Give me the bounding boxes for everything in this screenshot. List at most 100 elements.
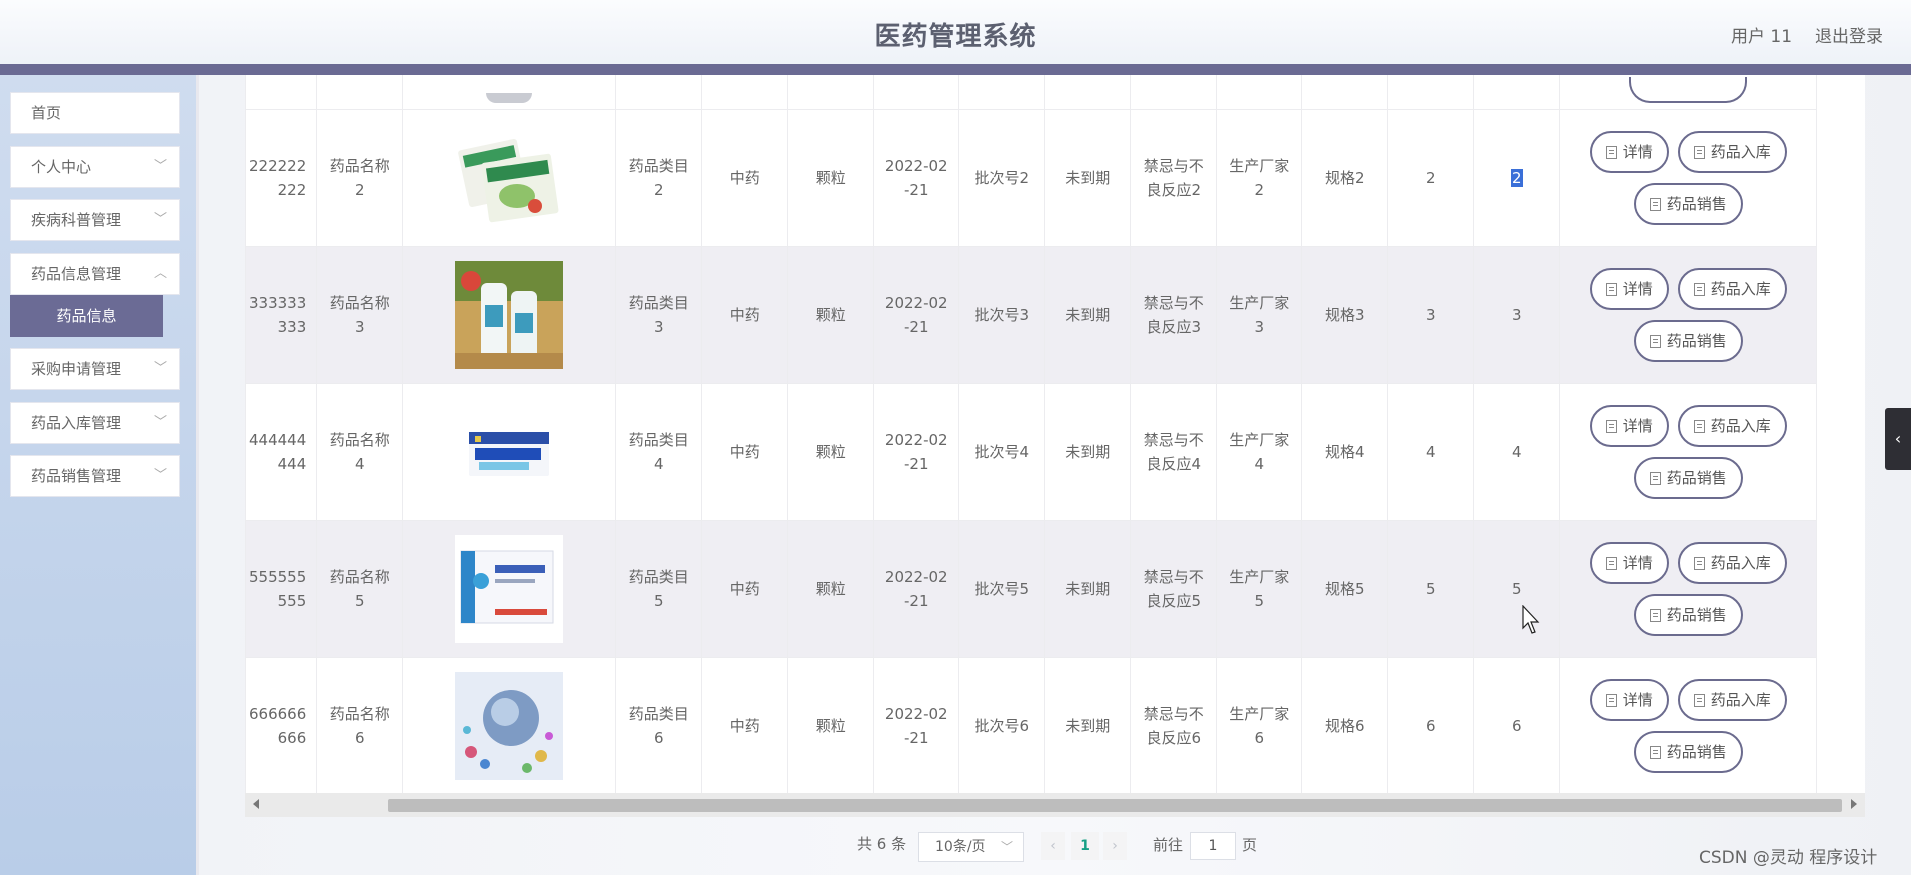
page-number-current[interactable]: 1 <box>1071 832 1099 860</box>
type-cell: 中药 <box>701 657 789 793</box>
category-cell: 药品类目 2 <box>615 109 703 247</box>
scroll-right-icon[interactable] <box>1851 799 1857 809</box>
stock-in-button[interactable]: 药品入库 <box>1677 268 1787 310</box>
date-cell: 2022-02 -21 <box>873 246 960 384</box>
manufacturer-cell: 生产厂家 4 <box>1216 383 1303 521</box>
spec-cell: 规格5 <box>1301 520 1389 658</box>
expiry-cell: 未到期 <box>1044 657 1132 793</box>
nav-sales-label: 药品销售管理 <box>31 467 122 485</box>
detail-button[interactable]: 详情 <box>1589 268 1669 310</box>
count-cell: 6 <box>1473 657 1561 793</box>
logout-link[interactable]: 退出登录 <box>1815 22 1883 47</box>
stock-in-button[interactable]: 药品入库 <box>1677 679 1787 721</box>
sale-button[interactable]: 药品销售 <box>1633 594 1743 636</box>
mouse-cursor-icon <box>1522 605 1540 634</box>
page-size-select[interactable]: 10条/页 ﹀ <box>918 832 1024 862</box>
medicine-image <box>455 398 563 506</box>
sale-button[interactable]: 药品销售 <box>1633 457 1743 499</box>
document-icon <box>1649 608 1661 622</box>
type-cell: 中药 <box>701 520 789 658</box>
nav-disease-science-label: 疾病科普管理 <box>31 211 122 229</box>
chevron-down-icon: ﹀ <box>153 159 167 174</box>
stock-in-button[interactable]: 药品入库 <box>1677 405 1787 447</box>
goto-unit-label: 页 <box>1242 836 1258 854</box>
nav-stock-in-label: 药品入库管理 <box>31 414 122 432</box>
scroll-left-icon[interactable] <box>253 799 259 809</box>
nav-purchase-request[interactable]: 采购申请管理 ﹀ <box>10 348 180 390</box>
document-icon <box>1649 197 1661 211</box>
sale-button[interactable]: 药品销售 <box>1633 183 1743 225</box>
contraindication-cell: 禁忌与不 良反应5 <box>1130 520 1218 658</box>
id-cell: 666666 666 <box>245 657 318 793</box>
sale-button[interactable] <box>1629 77 1748 103</box>
nav-sales[interactable]: 药品销售管理 ﹀ <box>10 455 180 497</box>
nav-home[interactable]: 首页 <box>10 92 180 134</box>
category-cell: 药品类目 3 <box>615 246 703 384</box>
sale-button[interactable]: 药品销售 <box>1633 731 1743 773</box>
app-title: 医药管理系统 <box>874 22 1037 52</box>
detail-button[interactable]: 详情 <box>1589 679 1669 721</box>
batch-cell: 批次号4 <box>958 383 1046 521</box>
pagination-total: 共 6 条 <box>857 835 907 853</box>
selected-text: 2 <box>1510 169 1523 187</box>
detail-button[interactable]: 详情 <box>1589 542 1669 584</box>
table-row: 666666 666 药品名称 6 药品类目 6 中药 颗粒 2022-02 -21 <box>245 657 1818 793</box>
batch-cell: 批次号2 <box>958 109 1046 247</box>
date-cell: 2022-02 -21 <box>873 520 960 658</box>
count-cell: 5 <box>1387 520 1475 658</box>
nav-stock-in[interactable]: 药品入库管理 ﹀ <box>10 402 180 444</box>
count-cell: 5 <box>1473 520 1561 658</box>
actions-cell: 详情 药品入库 药品销售 <box>1559 657 1818 793</box>
actions-cell: 详情 药品入库 药品销售 <box>1559 383 1818 521</box>
spec-cell: 规格2 <box>1301 109 1389 247</box>
spec-cell: 规格4 <box>1301 383 1389 521</box>
detail-button[interactable]: 详情 <box>1589 131 1669 173</box>
table-row: 333333 333 药品名称 3 药品类目 3 中药 颗粒 2022-02 -21 批… <box>245 246 1818 384</box>
actions-cell: 详情 药品入库 药品销售 <box>1559 246 1818 384</box>
horizontal-scrollbar[interactable] <box>245 793 1865 817</box>
prev-page-button[interactable]: ‹ <box>1041 832 1065 860</box>
document-icon <box>1605 419 1617 433</box>
goto-page-input[interactable]: 1 <box>1190 832 1236 860</box>
side-panel-toggle[interactable]: ‹ <box>1885 408 1911 470</box>
document-icon <box>1693 693 1705 707</box>
nav-medicine-info[interactable]: 药品信息管理 ︿ <box>10 253 180 295</box>
count-cell: 4 <box>1473 383 1561 521</box>
table-row: 555555 555 药品名称 5 药品类目 5 中药 颗粒 2022-02 -21 批… <box>245 520 1818 658</box>
spec-cell: 规格3 <box>1301 246 1389 384</box>
scrollbar-thumb[interactable] <box>388 799 1842 812</box>
medicine-image <box>486 93 533 103</box>
next-page-button[interactable]: › <box>1103 832 1127 860</box>
chevron-left-icon: ‹ <box>1894 429 1902 448</box>
document-icon <box>1693 419 1705 433</box>
nav-disease-science[interactable]: 疾病科普管理 ﹀ <box>10 199 180 241</box>
id-cell: 444444 444 <box>245 383 318 521</box>
type-cell: 中药 <box>701 109 789 247</box>
stock-in-button[interactable]: 药品入库 <box>1677 542 1787 584</box>
form-cell: 颗粒 <box>787 246 875 384</box>
nav-sub-medicine-info[interactable]: 药品信息 <box>10 295 163 337</box>
document-icon <box>1649 334 1661 348</box>
batch-cell: 批次号6 <box>958 657 1046 793</box>
document-icon <box>1605 693 1617 707</box>
batch-cell: 批次号5 <box>958 520 1046 658</box>
name-cell: 药品名称 4 <box>316 383 404 521</box>
count-cell: 3 <box>1387 246 1475 384</box>
actions-cell: 详情 药品入库 药品销售 <box>1559 109 1818 247</box>
document-icon <box>1693 282 1705 296</box>
nav-personal-center[interactable]: 个人中心 ﹀ <box>10 146 180 188</box>
detail-button[interactable]: 详情 <box>1589 405 1669 447</box>
document-icon <box>1605 556 1617 570</box>
form-cell: 颗粒 <box>787 383 875 521</box>
date-cell: 2022-02 -21 <box>873 383 960 521</box>
nav-personal-center-label: 个人中心 <box>31 158 92 176</box>
category-cell: 药品类目 4 <box>615 383 703 521</box>
actions-cell: 详情 药品入库 药品销售 <box>1559 520 1818 658</box>
name-cell: 药品名称 5 <box>316 520 404 658</box>
stock-in-button[interactable]: 药品入库 <box>1677 131 1787 173</box>
nav-medicine-info-label: 药品信息管理 <box>31 265 122 283</box>
contraindication-cell: 禁忌与不 良反应3 <box>1130 246 1218 384</box>
document-icon <box>1693 556 1705 570</box>
sale-button[interactable]: 药品销售 <box>1633 320 1743 362</box>
document-icon <box>1605 282 1617 296</box>
